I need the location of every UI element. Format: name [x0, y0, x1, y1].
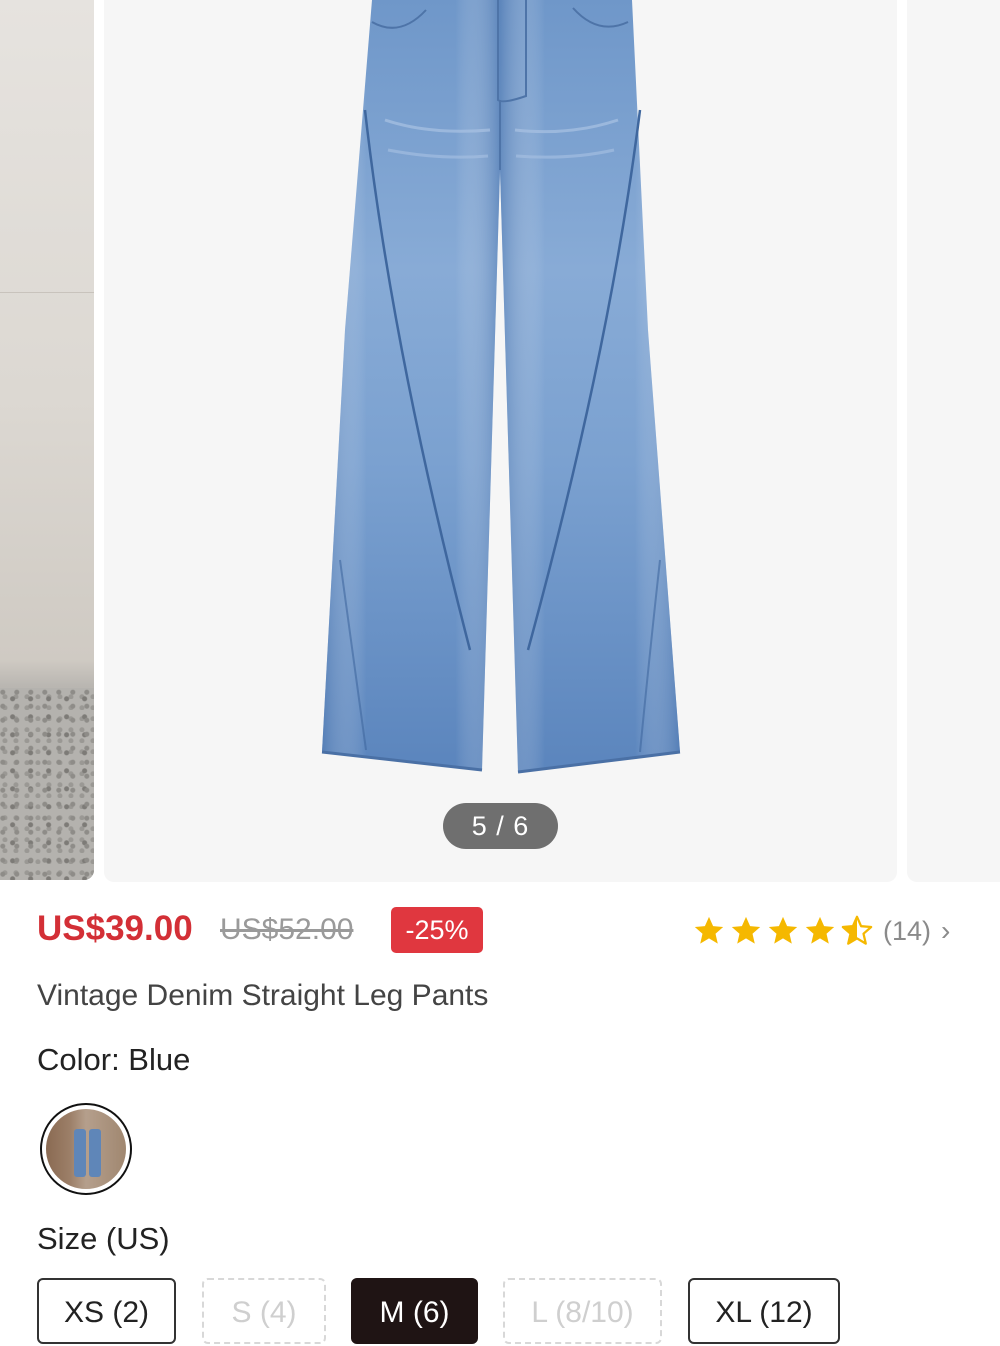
size-option-s[interactable]: S (4) [202, 1278, 326, 1344]
product-title: Vintage Denim Straight Leg Pants [37, 979, 489, 1012]
original-price: US$52.00 [220, 913, 354, 946]
color-swatch-blue[interactable] [40, 1103, 132, 1195]
product-image-gallery[interactable]: 5 / 6 [0, 0, 1000, 882]
image-counter: 5 / 6 [443, 803, 558, 849]
discount-badge: -25% [391, 907, 483, 953]
star-icon [694, 916, 724, 944]
size-option-l[interactable]: L (8/10) [503, 1278, 662, 1344]
size-option-xs[interactable]: XS (2) [37, 1278, 176, 1344]
sale-price: US$39.00 [37, 909, 193, 948]
size-label: Size (US) [37, 1221, 170, 1256]
next-product-image[interactable] [907, 0, 1000, 882]
half-star-icon [841, 915, 873, 945]
price-row: US$39.00 US$52.00 -25% (14) › [37, 905, 967, 957]
star-icon [805, 916, 835, 944]
rating-link[interactable]: (14) › [692, 909, 950, 953]
chevron-right-icon: › [941, 915, 951, 946]
jeans-image [321, 0, 681, 774]
wall-seam [0, 292, 94, 293]
swatch-thumbnail [46, 1109, 126, 1189]
size-option-xl[interactable]: XL (12) [688, 1278, 840, 1344]
floor-texture [0, 688, 94, 880]
current-product-image[interactable]: 5 / 6 [104, 0, 897, 882]
color-label: Color: Blue [37, 1042, 191, 1077]
star-icon [768, 916, 798, 944]
size-option-m[interactable]: M (6) [351, 1278, 478, 1344]
swatch-leg-left [74, 1129, 86, 1177]
previous-product-image[interactable] [0, 0, 94, 880]
review-count: (14) [883, 915, 932, 946]
star-icon [731, 916, 761, 944]
swatch-leg-right [89, 1129, 101, 1177]
